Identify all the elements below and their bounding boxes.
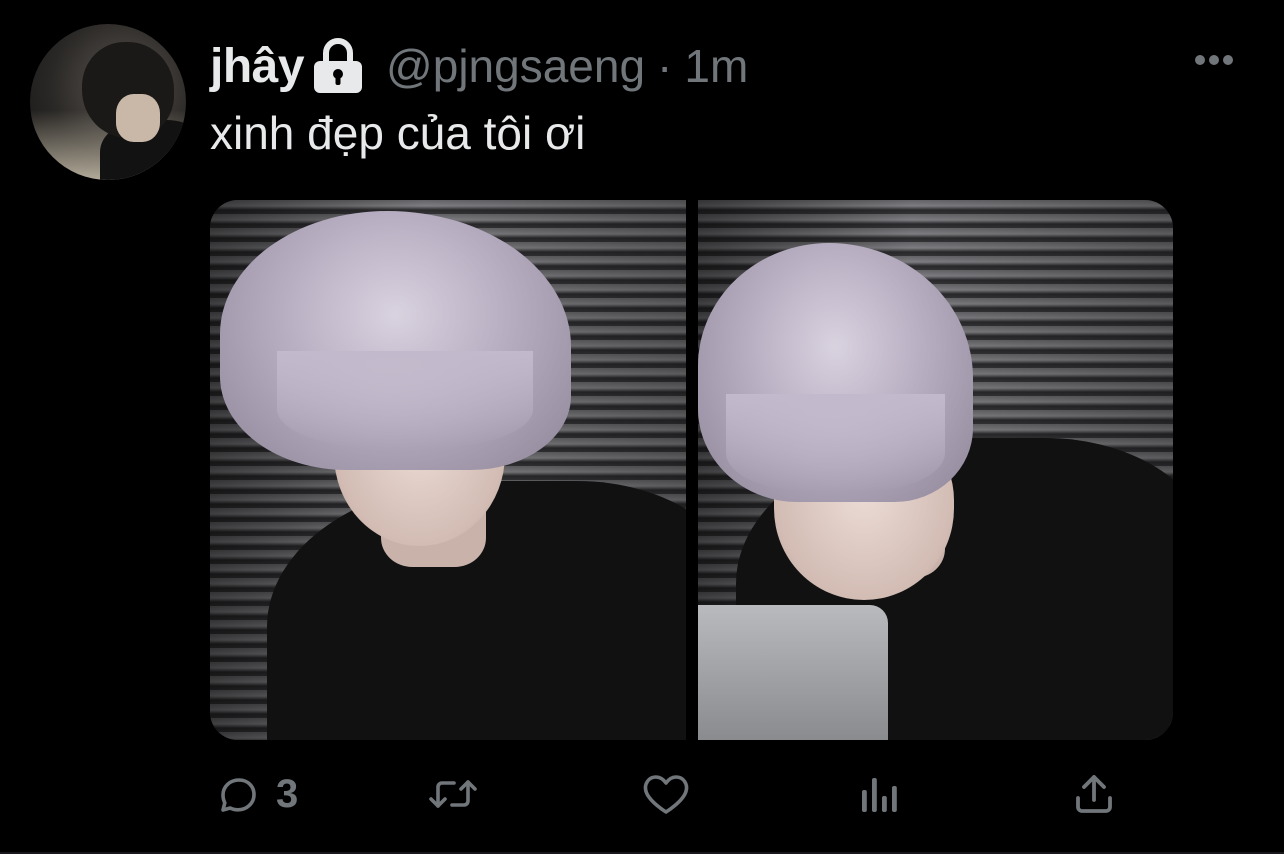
retweet-icon — [429, 780, 477, 808]
like-button[interactable] — [640, 764, 692, 824]
reply-button[interactable]: 3 — [214, 764, 298, 824]
tweet-photo-1[interactable] — [210, 200, 686, 740]
avatar-figure-face — [116, 94, 160, 142]
reply-icon — [221, 778, 256, 812]
user-handle[interactable]: @pjngsaeng — [386, 39, 645, 93]
tweet-text: xinh đẹp của tôi ơi — [210, 107, 586, 159]
share-button[interactable] — [1072, 764, 1116, 824]
retweet-button[interactable] — [426, 764, 480, 824]
tweet-header: jhây @pjngsaeng · 1m — [210, 34, 748, 98]
analytics-icon — [862, 778, 897, 812]
tweet: jhây @pjngsaeng · 1m xinh đẹp của tôi ơi — [0, 0, 1284, 854]
more-button[interactable] — [1188, 40, 1240, 80]
photo-subject-fringe — [276, 351, 534, 449]
display-name[interactable]: jhây — [210, 39, 305, 94]
analytics-button[interactable] — [858, 764, 902, 824]
reply-count: 3 — [276, 771, 299, 816]
share-icon — [1076, 775, 1112, 813]
tweet-actions: 3 — [210, 764, 1120, 824]
photo-subject-fringe — [726, 394, 945, 492]
heart-icon — [643, 775, 689, 814]
header-separator: · — [657, 40, 673, 92]
media-grid — [210, 200, 1173, 740]
tweet-photo-2[interactable] — [697, 200, 1173, 740]
avatar[interactable] — [30, 24, 186, 180]
lock-icon — [310, 37, 366, 95]
photo-laptop — [697, 605, 888, 740]
timestamp[interactable]: 1m — [684, 39, 748, 93]
more-icon — [1195, 55, 1233, 65]
